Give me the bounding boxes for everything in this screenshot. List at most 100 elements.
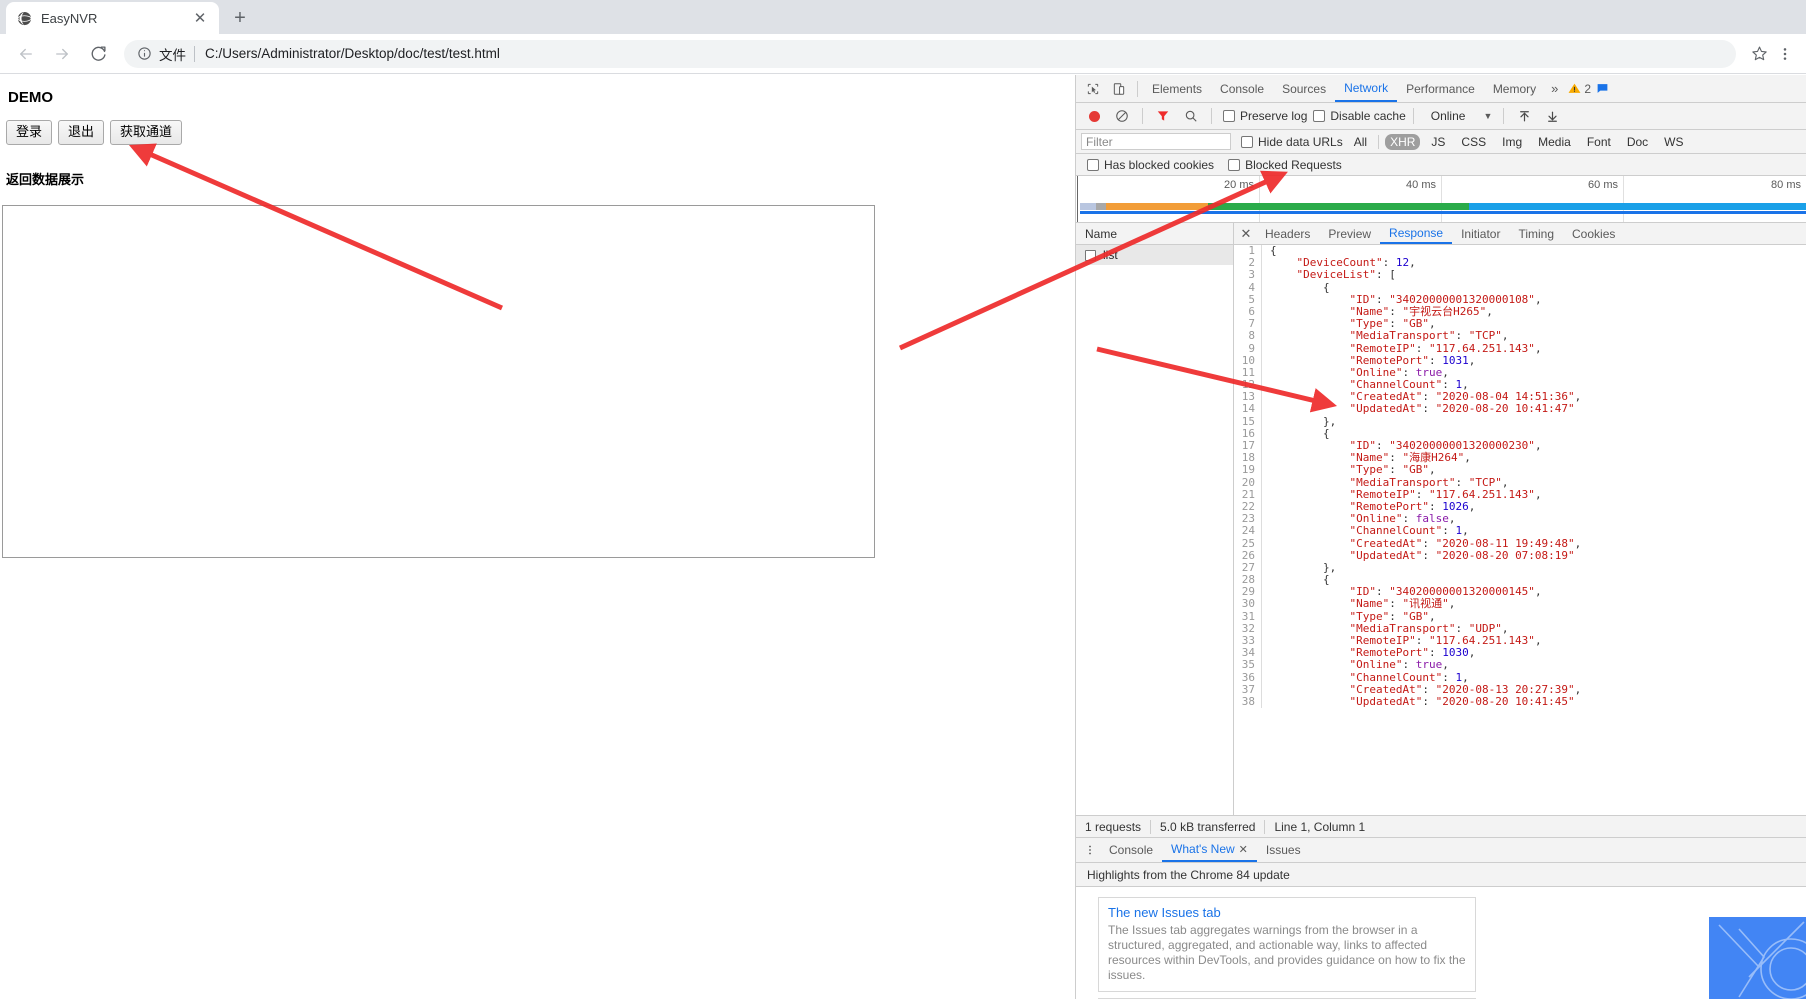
line-number: 19 bbox=[1234, 464, 1262, 477]
page-title: DEMO bbox=[8, 89, 53, 106]
login-button[interactable]: 登录 bbox=[6, 120, 53, 145]
network-toolbar: Preserve log Disable cache Online ▼ bbox=[1076, 103, 1806, 130]
request-type-icon bbox=[1085, 249, 1096, 261]
detail-tab-cookies[interactable]: Cookies bbox=[1563, 223, 1624, 244]
divider bbox=[1378, 134, 1380, 149]
whats-new-card-desc: The Issues tab aggregates warnings from … bbox=[1108, 923, 1466, 982]
url-text: C:/Users/Administrator/Desktop/doc/test/… bbox=[205, 46, 500, 61]
close-icon[interactable]: ✕ bbox=[1236, 224, 1256, 244]
disable-cache-checkbox[interactable]: Disable cache bbox=[1313, 109, 1406, 123]
code-line: 38 "UpdatedAt": "2020-08-20 10:41:45" bbox=[1234, 694, 1806, 709]
reload-icon[interactable] bbox=[84, 40, 112, 68]
has-blocked-cookies-checkbox[interactable]: Has blocked cookies bbox=[1087, 158, 1214, 172]
blocked-requests-checkbox[interactable]: Blocked Requests bbox=[1228, 158, 1342, 172]
line-number: 30 bbox=[1234, 598, 1262, 611]
tab-title: EasyNVR bbox=[41, 10, 98, 26]
type-filter-js[interactable]: JS bbox=[1426, 134, 1450, 150]
whats-new-header: Highlights from the Chrome 84 update bbox=[1076, 863, 1806, 887]
type-filter-ws[interactable]: WS bbox=[1659, 134, 1688, 150]
whats-new-card-title[interactable]: The new Issues tab bbox=[1108, 905, 1466, 920]
type-filter-img[interactable]: Img bbox=[1497, 134, 1527, 150]
warning-indicator[interactable]: 2 bbox=[1564, 82, 1613, 96]
feedback-icon[interactable] bbox=[1596, 82, 1609, 95]
divider bbox=[194, 45, 195, 62]
tab-network[interactable]: Network bbox=[1335, 75, 1398, 102]
drawer-tab-whats-new[interactable]: What's New ✕ bbox=[1162, 838, 1257, 862]
close-icon[interactable]: ✕ bbox=[1239, 843, 1248, 856]
inspect-element-icon[interactable] bbox=[1080, 76, 1106, 102]
line-number: 15 bbox=[1234, 415, 1262, 428]
tab-memory[interactable]: Memory bbox=[1484, 75, 1545, 102]
type-filter-all[interactable]: All bbox=[1349, 134, 1372, 150]
new-tab-button[interactable]: + bbox=[225, 3, 255, 33]
star-icon[interactable] bbox=[1746, 41, 1772, 67]
globe-icon bbox=[16, 10, 32, 26]
response-body-viewer[interactable]: 1{2 "DeviceCount": 12, 3 "DeviceList": [4… bbox=[1234, 245, 1806, 815]
close-icon[interactable]: ✕ bbox=[191, 9, 209, 27]
detail-tab-preview[interactable]: Preview bbox=[1319, 223, 1380, 244]
type-filter-doc[interactable]: Doc bbox=[1622, 134, 1653, 150]
preserve-log-label: Preserve log bbox=[1240, 109, 1308, 123]
hide-data-urls-checkbox[interactable]: Hide data URLs bbox=[1241, 135, 1343, 149]
timeline-bar-download bbox=[1469, 203, 1806, 210]
devtools-drawer: Console What's New ✕ Issues Highlights f… bbox=[1076, 837, 1806, 999]
line-number: 4 bbox=[1234, 281, 1262, 294]
download-arrow-icon[interactable] bbox=[1539, 103, 1565, 129]
line-number: 3 bbox=[1234, 269, 1262, 282]
code-text: "UpdatedAt": "2020-08-20 10:41:45" bbox=[1349, 694, 1575, 708]
drawer-tab-issues[interactable]: Issues bbox=[1257, 838, 1310, 862]
type-filter-css[interactable]: CSS bbox=[1456, 134, 1491, 150]
filter-input[interactable]: Filter bbox=[1081, 133, 1231, 150]
drawer-tab-console[interactable]: Console bbox=[1100, 838, 1162, 862]
type-filter-media[interactable]: Media bbox=[1533, 134, 1576, 150]
detail-tab-headers[interactable]: Headers bbox=[1256, 223, 1319, 244]
arrow-left-icon[interactable] bbox=[12, 40, 40, 68]
type-filter-font[interactable]: Font bbox=[1582, 134, 1616, 150]
tab-console[interactable]: Console bbox=[1211, 75, 1273, 102]
timeline-bar-response bbox=[1207, 203, 1470, 210]
tab-sources[interactable]: Sources bbox=[1273, 75, 1335, 102]
throttling-select[interactable]: Online ▼ bbox=[1427, 109, 1497, 123]
line-number: 25 bbox=[1234, 537, 1262, 550]
network-cookies-bar: Has blocked cookies Blocked Requests bbox=[1076, 154, 1806, 176]
line-number: 38 bbox=[1234, 695, 1262, 709]
filter-funnel-icon[interactable] bbox=[1150, 103, 1176, 129]
record-button-icon[interactable] bbox=[1081, 103, 1107, 129]
line-number: 8 bbox=[1234, 330, 1262, 343]
request-row-list[interactable]: list bbox=[1076, 245, 1233, 265]
logout-button[interactable]: 退出 bbox=[58, 120, 105, 145]
line-number: 35 bbox=[1234, 659, 1262, 672]
detail-tab-initiator[interactable]: Initiator bbox=[1452, 223, 1509, 244]
browser-tab[interactable]: EasyNVR ✕ bbox=[6, 2, 219, 34]
more-options-icon[interactable] bbox=[1080, 840, 1100, 860]
chevron-down-icon: ▼ bbox=[1483, 111, 1493, 121]
network-overview-timeline[interactable]: 20 ms 40 ms 60 ms 80 ms bbox=[1076, 176, 1806, 223]
line-number: 20 bbox=[1234, 476, 1262, 489]
preserve-log-checkbox[interactable]: Preserve log bbox=[1223, 109, 1307, 123]
search-icon[interactable] bbox=[1178, 103, 1204, 129]
detail-tab-timing[interactable]: Timing bbox=[1509, 223, 1563, 244]
tab-strip: EasyNVR ✕ + bbox=[0, 0, 1806, 34]
more-panels-icon[interactable]: » bbox=[1545, 75, 1564, 102]
disable-cache-label: Disable cache bbox=[1330, 109, 1406, 123]
address-bar[interactable]: 文件 C:/Users/Administrator/Desktop/doc/te… bbox=[124, 39, 1736, 68]
three-dots-icon[interactable] bbox=[1772, 41, 1798, 67]
upload-arrow-icon[interactable] bbox=[1511, 103, 1537, 129]
clear-icon[interactable] bbox=[1109, 103, 1135, 129]
drawer-tabbar: Console What's New ✕ Issues bbox=[1076, 838, 1806, 863]
request-list-header[interactable]: Name bbox=[1076, 223, 1233, 245]
browser-window: EasyNVR ✕ + 文件 C:/Users/Administrator/De… bbox=[0, 0, 1806, 999]
get-channel-button[interactable]: 获取通道 bbox=[110, 120, 183, 145]
tab-performance[interactable]: Performance bbox=[1397, 75, 1484, 102]
arrow-right-icon[interactable] bbox=[48, 40, 76, 68]
whats-new-card[interactable]: The new Issues tab The Issues tab aggreg… bbox=[1098, 897, 1476, 992]
divider bbox=[1137, 80, 1138, 97]
has-blocked-cookies-label: Has blocked cookies bbox=[1104, 157, 1215, 172]
timeline-bar-request bbox=[1106, 203, 1208, 210]
detail-tab-response[interactable]: Response bbox=[1380, 223, 1453, 244]
tab-elements[interactable]: Elements bbox=[1143, 75, 1211, 102]
detail-tabbar: ✕ Headers Preview Response Initiator Tim… bbox=[1234, 223, 1806, 245]
type-filter-xhr[interactable]: XHR bbox=[1385, 133, 1421, 150]
device-toolbar-icon[interactable] bbox=[1106, 76, 1132, 102]
info-circle-icon[interactable] bbox=[136, 46, 152, 62]
